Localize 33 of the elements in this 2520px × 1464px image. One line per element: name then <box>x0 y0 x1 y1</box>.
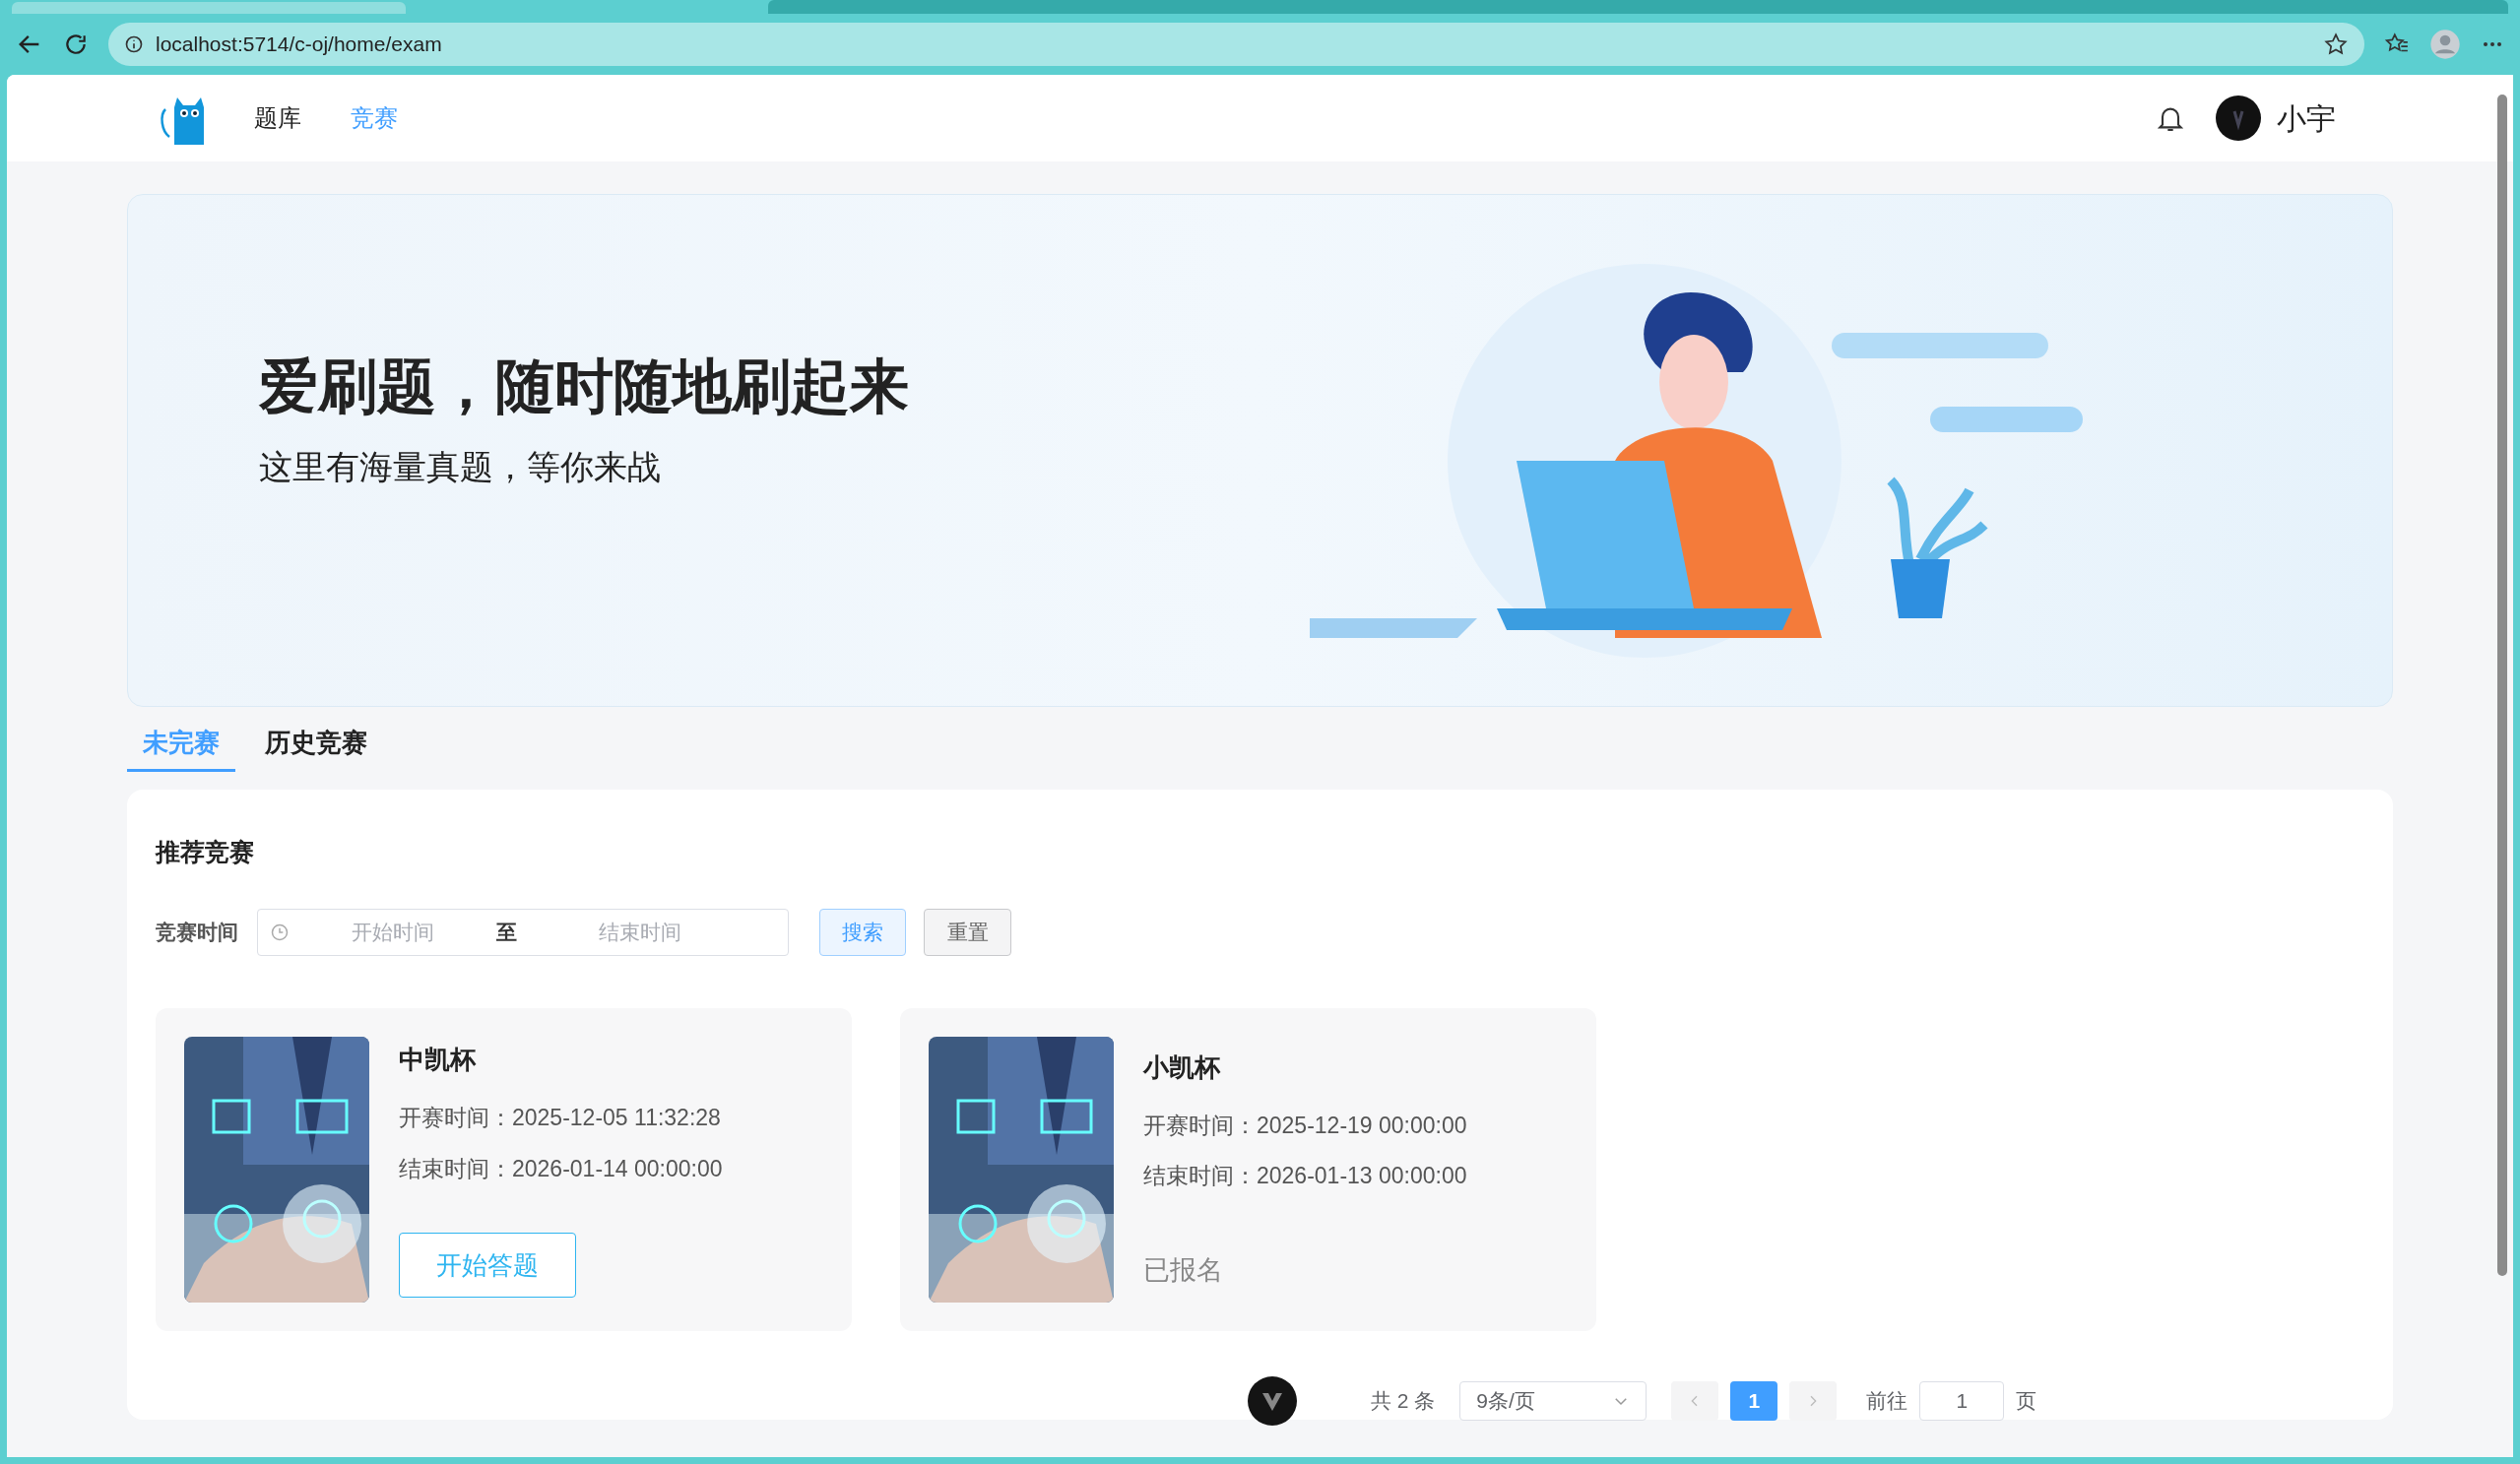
page-size-select[interactable]: 9条/页 <box>1459 1381 1648 1421</box>
start-time: 开赛时间：2025-12-19 00:00:00 <box>1143 1111 1467 1140</box>
goto-label: 前往 <box>1866 1388 1908 1415</box>
tab[interactable]: 历史竞赛 <box>235 717 397 772</box>
banner-title: 爱刷题，随时随地刷起来 <box>259 357 909 416</box>
total-count: 共 2 条 <box>1371 1388 1436 1415</box>
reload-icon[interactable] <box>63 32 89 57</box>
end-time-input[interactable]: 结束时间 <box>527 916 753 948</box>
avatar-icon[interactable] <box>2216 95 2261 141</box>
goto-suffix: 页 <box>2016 1388 2037 1415</box>
end-time: 结束时间：2026-01-13 00:00:00 <box>1143 1162 1467 1191</box>
filter-label: 竞赛时间 <box>156 919 239 945</box>
range-separator: 至 <box>496 919 517 945</box>
url-text: localhost:5714/c-oj/home/exam <box>156 32 442 58</box>
registered-status: 已报名 <box>1143 1253 1224 1287</box>
goto-page-input[interactable]: 1 <box>1919 1381 2005 1421</box>
section-title: 推荐竞赛 <box>156 837 255 867</box>
nav-link[interactable]: 题库 <box>254 100 301 136</box>
banner-subtitle: 这里有海量真题，等你来战 <box>259 450 662 483</box>
contest-title: 小凯杯 <box>1143 1050 1222 1084</box>
clock-icon <box>270 922 290 942</box>
user-name[interactable]: 小宇 <box>2277 95 2336 141</box>
date-range-field[interactable]: 开始时间 至 结束时间 <box>257 908 789 956</box>
info-icon[interactable] <box>124 34 144 54</box>
start-time-input[interactable]: 开始时间 <box>299 916 486 948</box>
address-bar[interactable]: localhost:5714/c-oj/home/exam <box>108 23 2364 66</box>
end-time: 结束时间：2026-01-14 00:00:00 <box>399 1154 723 1183</box>
contest-title: 中凯杯 <box>399 1044 478 1076</box>
scrollbar[interactable] <box>2497 95 2507 1276</box>
start-time: 开赛时间：2025-12-05 11:32:28 <box>399 1104 722 1132</box>
v-logo-icon[interactable] <box>1248 1376 1297 1426</box>
star-icon[interactable] <box>2323 32 2349 57</box>
reset-button[interactable]: 重置 <box>924 908 1011 956</box>
